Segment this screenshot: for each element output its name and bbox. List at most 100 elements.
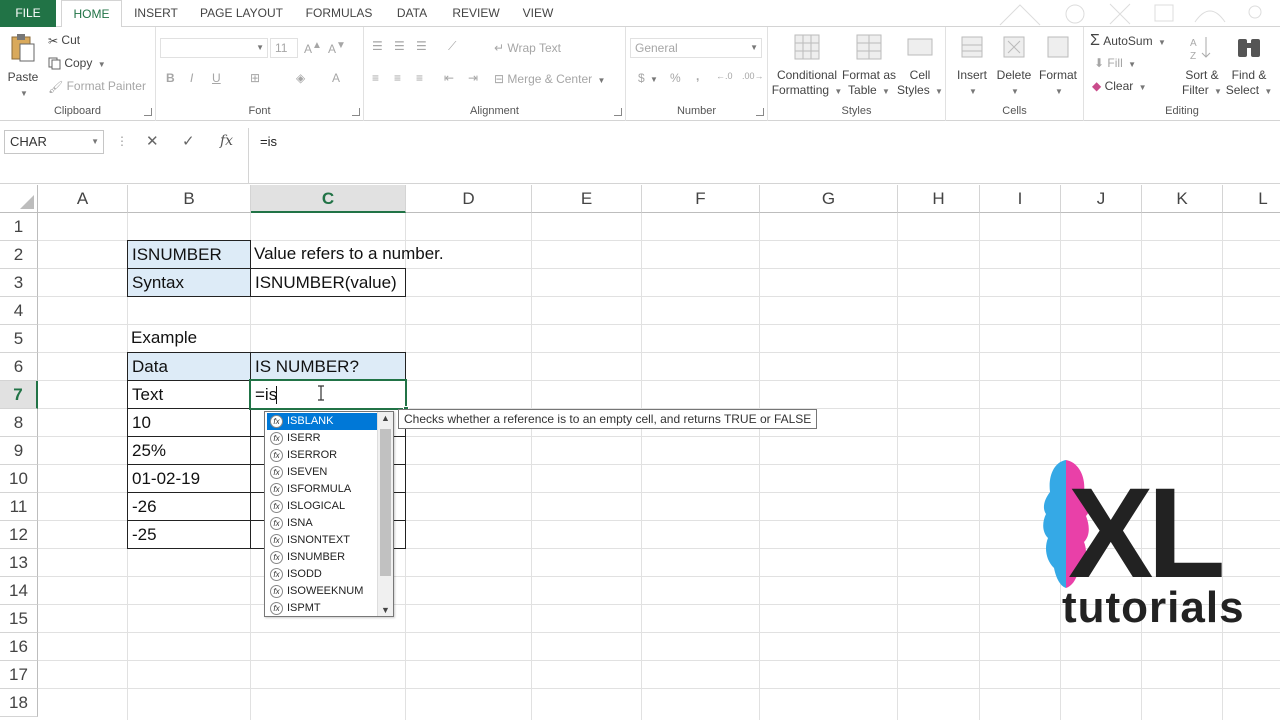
cell-b10[interactable]: 01-02-19 [127, 464, 251, 493]
percent-button[interactable]: % [670, 71, 681, 85]
cell-c6[interactable]: IS NUMBER? [250, 352, 406, 381]
col-header-j[interactable]: J [1061, 185, 1142, 213]
number-format-select[interactable]: General ▼ [630, 38, 762, 58]
row-header-6[interactable]: 6 [0, 353, 38, 381]
formula-bar-more[interactable]: ⋮ [116, 134, 128, 148]
align-left-button[interactable]: ≡ [372, 71, 379, 85]
shrink-font-button[interactable]: A▼ [328, 40, 346, 56]
tab-home[interactable]: HOME [61, 0, 122, 28]
find-select-button[interactable]: Find & Select ▼ [1224, 33, 1274, 99]
align-middle-button[interactable]: ☰ [394, 39, 405, 53]
cut-button[interactable]: ✂ Cut [48, 33, 80, 48]
wrap-text-button[interactable]: ↵ Wrap Text [494, 41, 561, 55]
col-header-h[interactable]: H [898, 185, 980, 213]
autosum-button[interactable]: Σ AutoSum ▼ [1090, 32, 1166, 50]
col-header-c[interactable]: C [251, 185, 406, 213]
insert-function-button[interactable]: fx [220, 133, 233, 149]
cell-c7-editor[interactable]: =is [253, 381, 277, 409]
borders-button[interactable]: ⊞ [250, 71, 260, 85]
tab-review[interactable]: REVIEW [446, 0, 506, 27]
format-as-table-button[interactable]: Format as Table ▼ [842, 33, 896, 99]
number-launcher[interactable] [756, 108, 764, 116]
cell-b2[interactable]: ISNUMBER [127, 240, 251, 269]
col-header-i[interactable]: I [980, 185, 1061, 213]
col-header-b[interactable]: B [128, 185, 251, 213]
format-cells-button[interactable]: Format ▼ [1036, 33, 1080, 99]
col-header-f[interactable]: F [642, 185, 760, 213]
cell-c2[interactable]: Value refers to a number. [250, 240, 510, 268]
increase-decimal-button[interactable]: ←.0 [716, 71, 733, 81]
confirm-entry-button[interactable]: ✓ [182, 132, 195, 150]
row-header-15[interactable]: 15 [0, 605, 38, 633]
italic-button[interactable]: I [190, 71, 193, 85]
autocomplete-item-isblank[interactable]: fx ISBLANK [267, 413, 378, 430]
autocomplete-item-isnontext[interactable]: fx ISNONTEXT [267, 532, 378, 549]
font-size-select[interactable]: 11 [270, 38, 298, 58]
cell-b9[interactable]: 25% [127, 436, 251, 465]
cell-b3[interactable]: Syntax [127, 268, 251, 297]
scroll-down-icon[interactable]: ▼ [381, 605, 390, 615]
align-right-button[interactable]: ≡ [416, 71, 423, 85]
scroll-up-icon[interactable]: ▲ [381, 413, 390, 423]
row-header-8[interactable]: 8 [0, 409, 38, 437]
tab-insert[interactable]: INSERT [126, 0, 186, 27]
row-header-13[interactable]: 13 [0, 549, 38, 577]
row-header-7[interactable]: 7 [0, 381, 38, 409]
row-header-14[interactable]: 14 [0, 577, 38, 605]
delete-cells-button[interactable]: Delete ▼ [994, 33, 1034, 99]
merge-center-button[interactable]: ⊟ Merge & Center ▼ [494, 72, 605, 86]
format-painter-button[interactable]: 🖌 Format Painter [48, 79, 146, 94]
sort-filter-button[interactable]: AZ Sort & Filter ▼ [1180, 33, 1224, 99]
scrollbar-thumb[interactable] [380, 429, 391, 576]
row-header-16[interactable]: 16 [0, 633, 38, 661]
tab-view[interactable]: VIEW [516, 0, 560, 27]
col-header-e[interactable]: E [532, 185, 642, 213]
row-header-5[interactable]: 5 [0, 325, 38, 353]
autocomplete-item-isoweeknum[interactable]: fx ISOWEEKNUM [267, 583, 378, 600]
tab-data[interactable]: DATA [389, 0, 435, 27]
col-header-k[interactable]: K [1142, 185, 1223, 213]
alignment-launcher[interactable] [614, 108, 622, 116]
autocomplete-item-isna[interactable]: fx ISNA [267, 515, 378, 532]
autocomplete-item-isformula[interactable]: fx ISFORMULA [267, 481, 378, 498]
row-header-3[interactable]: 3 [0, 269, 38, 297]
cell-b5[interactable]: Example [127, 324, 251, 352]
bold-button[interactable]: B [166, 71, 175, 85]
row-header-11[interactable]: 11 [0, 493, 38, 521]
tab-page-layout[interactable]: PAGE LAYOUT [194, 0, 289, 27]
autocomplete-item-iseven[interactable]: fx ISEVEN [267, 464, 378, 481]
grow-font-button[interactable]: A▲ [304, 40, 322, 56]
col-header-d[interactable]: D [406, 185, 532, 213]
col-header-a[interactable]: A [38, 185, 128, 213]
copy-button[interactable]: Copy ▼ [48, 56, 106, 70]
autocomplete-item-isodd[interactable]: fx ISODD [267, 566, 378, 583]
select-all-corner[interactable] [0, 185, 38, 213]
cancel-entry-button[interactable]: ✕ [146, 132, 159, 150]
cell-b8[interactable]: 10 [127, 408, 251, 437]
row-header-1[interactable]: 1 [0, 213, 38, 241]
clipboard-launcher[interactable] [144, 108, 152, 116]
function-autocomplete-list[interactable]: fx ISBLANK fx ISERR fx ISERROR fx ISEVEN fx I… [264, 411, 394, 617]
comma-button[interactable]: , [696, 69, 699, 83]
align-top-button[interactable]: ☰ [372, 39, 383, 53]
autocomplete-item-islogical[interactable]: fx ISLOGICAL [267, 498, 378, 515]
font-launcher[interactable] [352, 108, 360, 116]
tab-file[interactable]: FILE [0, 0, 56, 27]
active-cell-c7[interactable]: =is [249, 379, 407, 410]
cell-b6[interactable]: Data [127, 352, 251, 381]
cell-b12[interactable]: -25 [127, 520, 251, 549]
row-header-17[interactable]: 17 [0, 661, 38, 689]
insert-cells-button[interactable]: Insert ▼ [952, 33, 992, 99]
autocomplete-item-iserr[interactable]: fx ISERR [267, 430, 378, 447]
underline-button[interactable]: U [212, 71, 221, 85]
autocomplete-item-iserror[interactable]: fx ISERROR [267, 447, 378, 464]
name-box[interactable]: CHAR ▼ [4, 130, 104, 154]
col-header-g[interactable]: G [760, 185, 898, 213]
fill-color-button[interactable]: ◈ [296, 71, 305, 85]
orientation-button[interactable]: ⟋ [448, 39, 456, 54]
row-header-18[interactable]: 18 [0, 689, 38, 717]
autocomplete-item-isnumber[interactable]: fx ISNUMBER [267, 549, 378, 566]
align-center-button[interactable]: ≡ [394, 71, 401, 85]
font-color-button[interactable]: A [332, 71, 340, 85]
increase-indent-button[interactable]: ⇥ [468, 71, 478, 85]
